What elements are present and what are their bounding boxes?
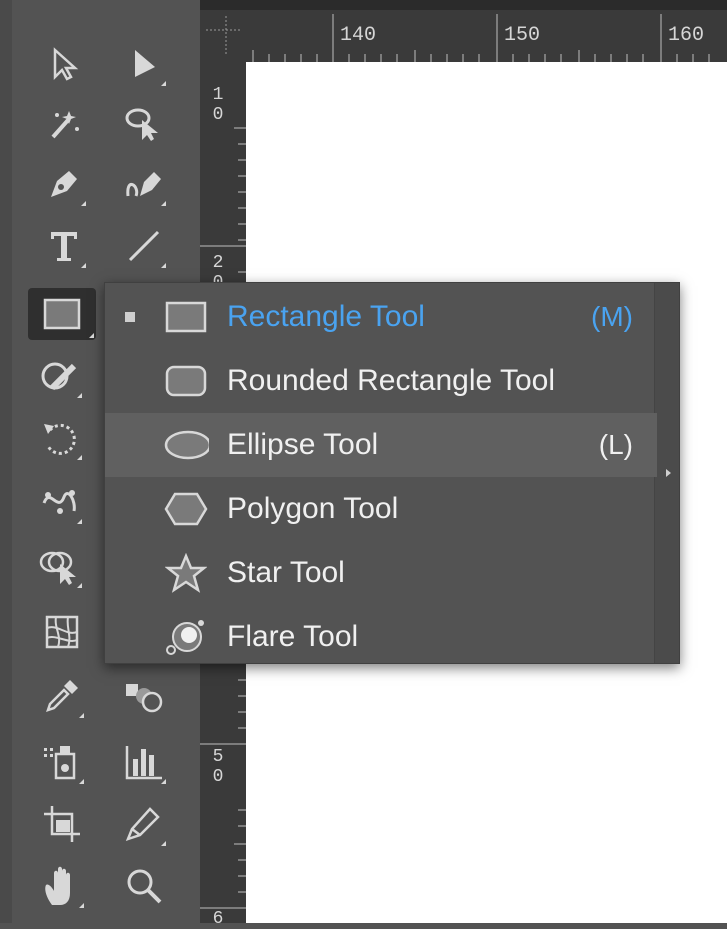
menu-item-rectangle-tool[interactable]: Rectangle Tool (M) [105,285,657,349]
ruler-label-20-a: 2 [212,253,224,273]
ellipse-icon [163,425,209,465]
blend-icon [126,684,163,713]
arrow-outline-icon [53,47,79,81]
more-tools-indicator [79,903,84,908]
magic-wand-tool[interactable] [40,100,88,148]
rounded-rectangle-icon [163,361,209,401]
flare-icon [163,617,209,657]
menu-item-shortcut: (M) [591,301,633,332]
menu-item-label: Star Tool [227,556,345,589]
rotate-tool[interactable] [36,414,84,462]
shaper-icon [41,362,77,391]
ruler-label-140: 140 [340,24,377,47]
star-icon [163,553,209,593]
menu-item-label: Polygon Tool [227,492,399,525]
shape-builder-tool[interactable] [36,542,84,590]
more-tools-indicator [89,333,94,338]
ruler-label-10-b: 0 [212,105,224,125]
tools-panel-edge [0,0,12,923]
tearoff-arrow-icon [666,469,671,477]
hand-tool[interactable] [38,862,86,910]
menu-item-label: Flare Tool [227,620,359,653]
shaper-tool[interactable] [36,352,84,400]
shape-builder-icon [39,551,76,585]
ruler-origin[interactable] [200,10,246,62]
artboard-tool[interactable] [38,800,86,848]
menu-item-polygon-tool[interactable]: Polygon Tool [105,477,657,541]
type-tool[interactable] [40,222,88,270]
shape-tools-flyout: Rectangle Tool (M) Rounded Rectangle Too… [104,282,680,664]
more-tools-indicator [77,583,82,588]
more-tools-indicator [77,455,82,460]
blend-tool[interactable] [120,672,168,720]
more-tools-indicator [81,263,86,268]
rectangle-icon [163,297,209,337]
rotate-icon [44,423,76,455]
ruler-label-150: 150 [504,24,541,47]
more-tools-indicator [77,393,82,398]
pen-icon [51,171,77,197]
direct-selection-tool[interactable] [120,40,168,88]
column-graph-icon [125,746,162,780]
menu-item-label: Rounded Rectangle Tool [227,364,556,397]
more-tools-indicator [81,201,86,206]
menu-item-ellipse-tool[interactable]: Ellipse Tool (L) [105,413,657,477]
curvature-icon [126,172,161,197]
line-icon [128,230,160,262]
ruler-top-edge [200,0,727,10]
slice-tool[interactable] [120,800,168,848]
mesh-icon [45,615,79,649]
horizontal-ruler[interactable]: 140 150 160 [200,10,727,62]
pen-tool[interactable] [40,160,88,208]
more-tools-indicator [79,779,84,784]
type-icon [51,232,77,261]
menu-item-rounded-rectangle-tool[interactable]: Rounded Rectangle Tool [105,349,657,413]
menu-item-label: Ellipse Tool [227,428,379,461]
ruler-label-50-b: 0 [212,767,224,787]
lasso-tool[interactable] [120,100,168,148]
rectangle-icon [43,298,81,330]
more-tools-indicator [77,519,82,524]
selected-bullet-icon [125,312,135,322]
rectangle-tool[interactable] [28,288,96,340]
line-segment-tool[interactable] [120,222,168,270]
column-graph-tool[interactable] [120,738,168,786]
ruler-label-160: 160 [668,24,705,47]
hand-icon [45,866,70,905]
curvature-tool[interactable] [120,160,168,208]
eyedropper-icon [46,680,78,712]
menu-item-shortcut: (L) [598,429,633,460]
ruler-label-10-a: 1 [212,85,224,105]
puppet-warp-tool[interactable] [36,478,84,526]
artboard-icon [44,806,80,842]
tearoff-strip[interactable] [654,283,679,663]
lasso-icon [125,108,158,141]
zoom-tool[interactable] [120,862,168,910]
menu-item-label: Rectangle Tool [227,300,425,333]
menu-item-star-tool[interactable]: Star Tool [105,541,657,605]
slice-icon [125,807,160,842]
selection-tool[interactable] [40,40,88,88]
puppet-warp-icon [42,490,76,514]
more-tools-indicator [161,779,166,784]
symbol-sprayer-tool[interactable] [38,738,86,786]
symbol-sprayer-icon [44,746,76,780]
zoom-icon [127,869,162,904]
more-tools-indicator [161,841,166,846]
arrow-filled-icon [135,50,155,77]
polygon-icon [163,489,209,529]
more-tools-indicator [161,81,166,86]
more-tools-indicator [79,713,84,718]
eyedropper-tool[interactable] [38,672,86,720]
magic-wand-icon [51,111,79,139]
more-tools-indicator [161,201,166,206]
ruler-label-60-a: 6 [212,909,224,929]
ruler-label-50-a: 5 [212,747,224,767]
mesh-tool[interactable] [38,608,86,656]
more-tools-indicator [161,263,166,268]
menu-item-flare-tool[interactable]: Flare Tool [105,605,657,669]
